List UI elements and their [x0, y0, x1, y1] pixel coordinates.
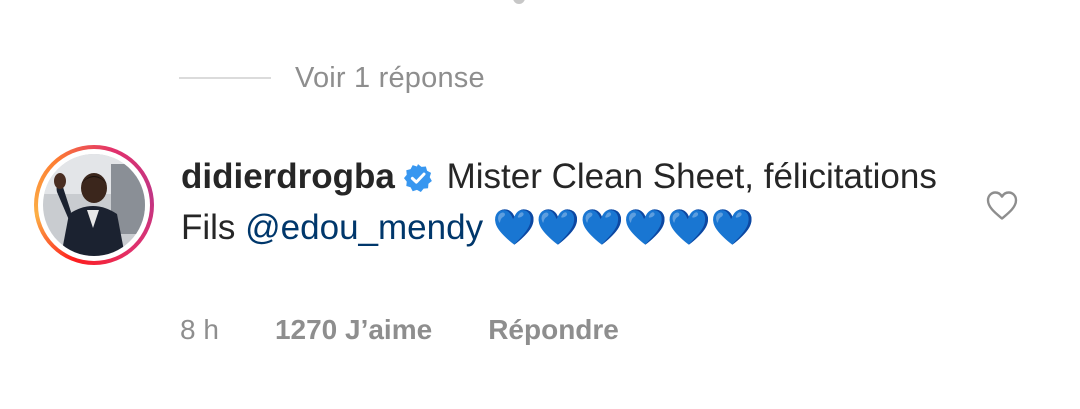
replies-divider: [179, 77, 271, 79]
view-replies-button[interactable]: Voir 1 réponse: [179, 58, 485, 98]
comment-timestamp: 8 h: [180, 314, 219, 345]
avatar[interactable]: [34, 145, 154, 265]
comment-meta: 8 h 1270 J’aime Répondre: [180, 312, 619, 348]
avatar-story-gap: [38, 149, 150, 261]
comment-text-spacer: [483, 208, 493, 247]
view-replies-label: Voir 1 réponse: [295, 61, 485, 94]
heart-outline-icon[interactable]: [985, 189, 1019, 221]
blue-heart-emojis: 💙💙💙💙💙💙: [492, 208, 755, 247]
comment-username[interactable]: didierdrogba: [181, 157, 395, 196]
reply-button[interactable]: Répondre: [488, 314, 619, 346]
like-count[interactable]: 1270 J’aime: [275, 314, 432, 346]
mention-link[interactable]: @edou_mendy: [245, 208, 483, 247]
avatar-photo: [43, 154, 145, 256]
comment-body: didierdrogba Mister Clean Sheet, félicit…: [181, 154, 961, 251]
previous-comment-fragment: [513, 0, 525, 4]
verified-badge-icon: [403, 159, 433, 205]
